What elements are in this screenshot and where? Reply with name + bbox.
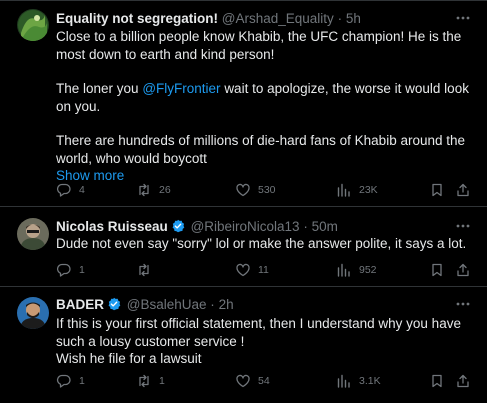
user-handle[interactable]: @Arshad_Equality: [222, 11, 334, 26]
reply-button[interactable]: 1: [56, 372, 85, 390]
views-button[interactable]: 952: [336, 261, 377, 279]
tweet-paragraph: If this is your first official statement…: [56, 316, 461, 349]
tweet-text: Close to a billion people know Khabib, t…: [56, 28, 473, 185]
separator-dot: ·: [210, 297, 215, 312]
bookmark-icon: [432, 183, 442, 197]
user-handle[interactable]: @BsalehUae: [127, 297, 207, 312]
tweet-paragraph: Close to a billion people know Khabib, t…: [56, 29, 462, 62]
text-span: The loner you: [56, 81, 139, 96]
verified-badge-icon: [107, 297, 121, 314]
share-icon: [457, 183, 469, 197]
repost-icon: [139, 263, 149, 277]
avatar[interactable]: [17, 297, 49, 329]
views-button[interactable]: 23K: [336, 181, 378, 199]
tweet-actions: 1 11 952: [56, 261, 476, 279]
display-name[interactable]: BADER: [56, 297, 104, 312]
bookmark-icon: [432, 263, 442, 277]
tweet-actions: 4 26 530 23K: [56, 181, 476, 199]
reply-icon: [56, 374, 71, 388]
like-count: 530: [258, 184, 276, 196]
tweet-paragraph: Dude not even say "sorry" lol or make th…: [56, 236, 467, 251]
like-count: 54: [258, 375, 270, 387]
repost-icon: [139, 374, 149, 388]
bookmark-icon: [432, 374, 442, 388]
analytics-icon: [337, 263, 350, 277]
timestamp[interactable]: 5h: [346, 11, 361, 26]
more-options-icon[interactable]: [455, 10, 471, 26]
share-icon: [457, 374, 469, 388]
reply-count: 1: [79, 264, 85, 276]
heart-icon: [236, 374, 250, 388]
display-name[interactable]: Equality not segregation!: [56, 11, 218, 26]
mention-link[interactable]: @FlyFrontier: [142, 81, 220, 96]
share-icon: [457, 263, 469, 277]
tweet-card[interactable]: Nicolas Ruisseau @RibeiroNicola13 · 50m …: [0, 207, 487, 287]
share-button[interactable]: [455, 261, 471, 279]
analytics-icon: [337, 374, 350, 388]
heart-icon: [236, 263, 250, 277]
repost-button[interactable]: [136, 261, 159, 279]
repost-button[interactable]: 26: [136, 181, 171, 199]
tweet-card[interactable]: Equality not segregation! @Arshad_Equali…: [0, 1, 487, 207]
heart-icon: [236, 183, 250, 197]
tweet-actions: 1 1 54 3.1K: [56, 372, 476, 390]
more-options-icon[interactable]: [455, 296, 471, 312]
tweet-paragraph: The loner you @FlyFrontier wait to apolo…: [56, 80, 473, 115]
tweet-text: Dude not even say "sorry" lol or make th…: [56, 235, 473, 253]
view-count: 23K: [359, 184, 378, 196]
tweet-card[interactable]: BADER @BsalehUae · 2h If this is your fi…: [0, 287, 487, 403]
repost-count: 26: [159, 184, 171, 196]
repost-button[interactable]: 1: [136, 372, 165, 390]
verified-badge-icon: [171, 219, 185, 236]
more-options-icon[interactable]: [455, 218, 471, 234]
like-button[interactable]: 54: [235, 372, 270, 390]
repost-count: 1: [159, 375, 165, 387]
like-button[interactable]: 530: [235, 181, 276, 199]
tweet-text: If this is your first official statement…: [56, 315, 473, 368]
display-name[interactable]: Nicolas Ruisseau: [56, 219, 168, 234]
bookmark-button[interactable]: [429, 181, 445, 199]
analytics-icon: [337, 183, 350, 197]
reply-count: 1: [79, 375, 85, 387]
separator-dot: ·: [337, 11, 343, 26]
avatar[interactable]: [17, 218, 49, 250]
timestamp[interactable]: 50m: [312, 219, 338, 234]
bookmark-button[interactable]: [429, 261, 445, 279]
timestamp[interactable]: 2h: [219, 297, 234, 312]
reply-count: 4: [79, 184, 85, 196]
like-button[interactable]: 11: [235, 261, 269, 279]
share-button[interactable]: [455, 372, 471, 390]
tweet-paragraph: Wish he file for a lawsuit: [56, 351, 202, 366]
avatar[interactable]: [17, 9, 49, 41]
separator-dot: ·: [303, 219, 308, 234]
tweet-header: Nicolas Ruisseau @RibeiroNicola13 · 50m: [56, 218, 447, 236]
share-button[interactable]: [455, 181, 471, 199]
tweet-header: BADER @BsalehUae · 2h: [56, 296, 447, 314]
user-handle[interactable]: @RibeiroNicola13: [191, 219, 300, 234]
view-count: 3.1K: [359, 375, 381, 387]
view-count: 952: [359, 264, 377, 276]
reply-button[interactable]: 4: [56, 181, 85, 199]
views-button[interactable]: 3.1K: [336, 372, 381, 390]
reply-icon: [56, 183, 71, 197]
reply-icon: [56, 263, 71, 277]
bookmark-button[interactable]: [429, 372, 445, 390]
reply-button[interactable]: 1: [56, 261, 85, 279]
tweet-header: Equality not segregation! @Arshad_Equali…: [56, 10, 447, 28]
tweet-paragraph: There are hundreds of millions of die-ha…: [56, 133, 466, 166]
like-count: 11: [258, 264, 269, 276]
repost-icon: [139, 183, 149, 197]
